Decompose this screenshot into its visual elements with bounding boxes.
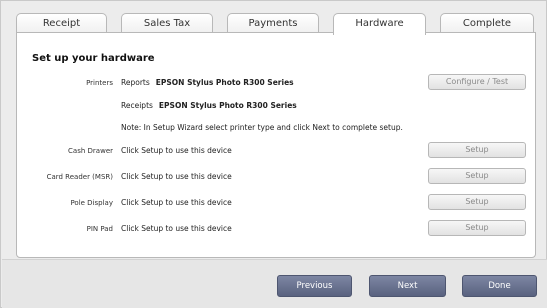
configure-test-button[interactable]: Configure / Test bbox=[428, 74, 526, 90]
done-button[interactable]: Done bbox=[462, 275, 537, 297]
printers-label: Printers bbox=[86, 79, 113, 87]
setup-wizard-window: Receipt Sales Tax Payments Hardware Comp… bbox=[0, 0, 547, 308]
pole-display-status: Click Setup to use this device bbox=[121, 198, 232, 207]
next-button[interactable]: Next bbox=[369, 275, 446, 297]
tab-hardware[interactable]: Hardware bbox=[333, 13, 426, 35]
cash-drawer-setup-button[interactable]: Setup bbox=[428, 142, 526, 158]
tab-receipt[interactable]: Receipt bbox=[16, 13, 107, 33]
pole-display-label: Pole Display bbox=[70, 199, 113, 207]
printer-note: Note: In Setup Wizard select printer typ… bbox=[121, 123, 403, 132]
pin-pad-setup-button[interactable]: Setup bbox=[428, 220, 526, 236]
reports-printer-value: EPSON Stylus Photo R300 Series bbox=[155, 78, 294, 87]
tab-bar: Receipt Sales Tax Payments Hardware Comp… bbox=[16, 13, 536, 35]
cash-drawer-status: Click Setup to use this device bbox=[121, 146, 232, 155]
tab-sales-tax[interactable]: Sales Tax bbox=[121, 13, 213, 33]
section-title: Set up your hardware bbox=[32, 53, 155, 64]
card-reader-status: Click Setup to use this device bbox=[121, 172, 232, 181]
reports-label: Reports bbox=[121, 78, 150, 87]
card-reader-setup-button[interactable]: Setup bbox=[428, 168, 526, 184]
pin-pad-label: PIN Pad bbox=[86, 225, 113, 233]
previous-button[interactable]: Previous bbox=[277, 275, 352, 297]
receipts-label: Receipts bbox=[121, 101, 153, 110]
pole-display-setup-button[interactable]: Setup bbox=[428, 194, 526, 210]
pin-pad-status: Click Setup to use this device bbox=[121, 224, 232, 233]
tab-payments[interactable]: Payments bbox=[227, 13, 319, 33]
cash-drawer-label: Cash Drawer bbox=[68, 147, 113, 155]
tab-complete[interactable]: Complete bbox=[440, 13, 534, 33]
reports-printer-row: Reports EPSON Stylus Photo R300 Series bbox=[121, 78, 294, 87]
card-reader-label: Card Reader (MSR) bbox=[46, 173, 113, 181]
receipts-printer-row: Receipts EPSON Stylus Photo R300 Series bbox=[121, 101, 297, 110]
receipts-printer-value: EPSON Stylus Photo R300 Series bbox=[158, 101, 297, 110]
